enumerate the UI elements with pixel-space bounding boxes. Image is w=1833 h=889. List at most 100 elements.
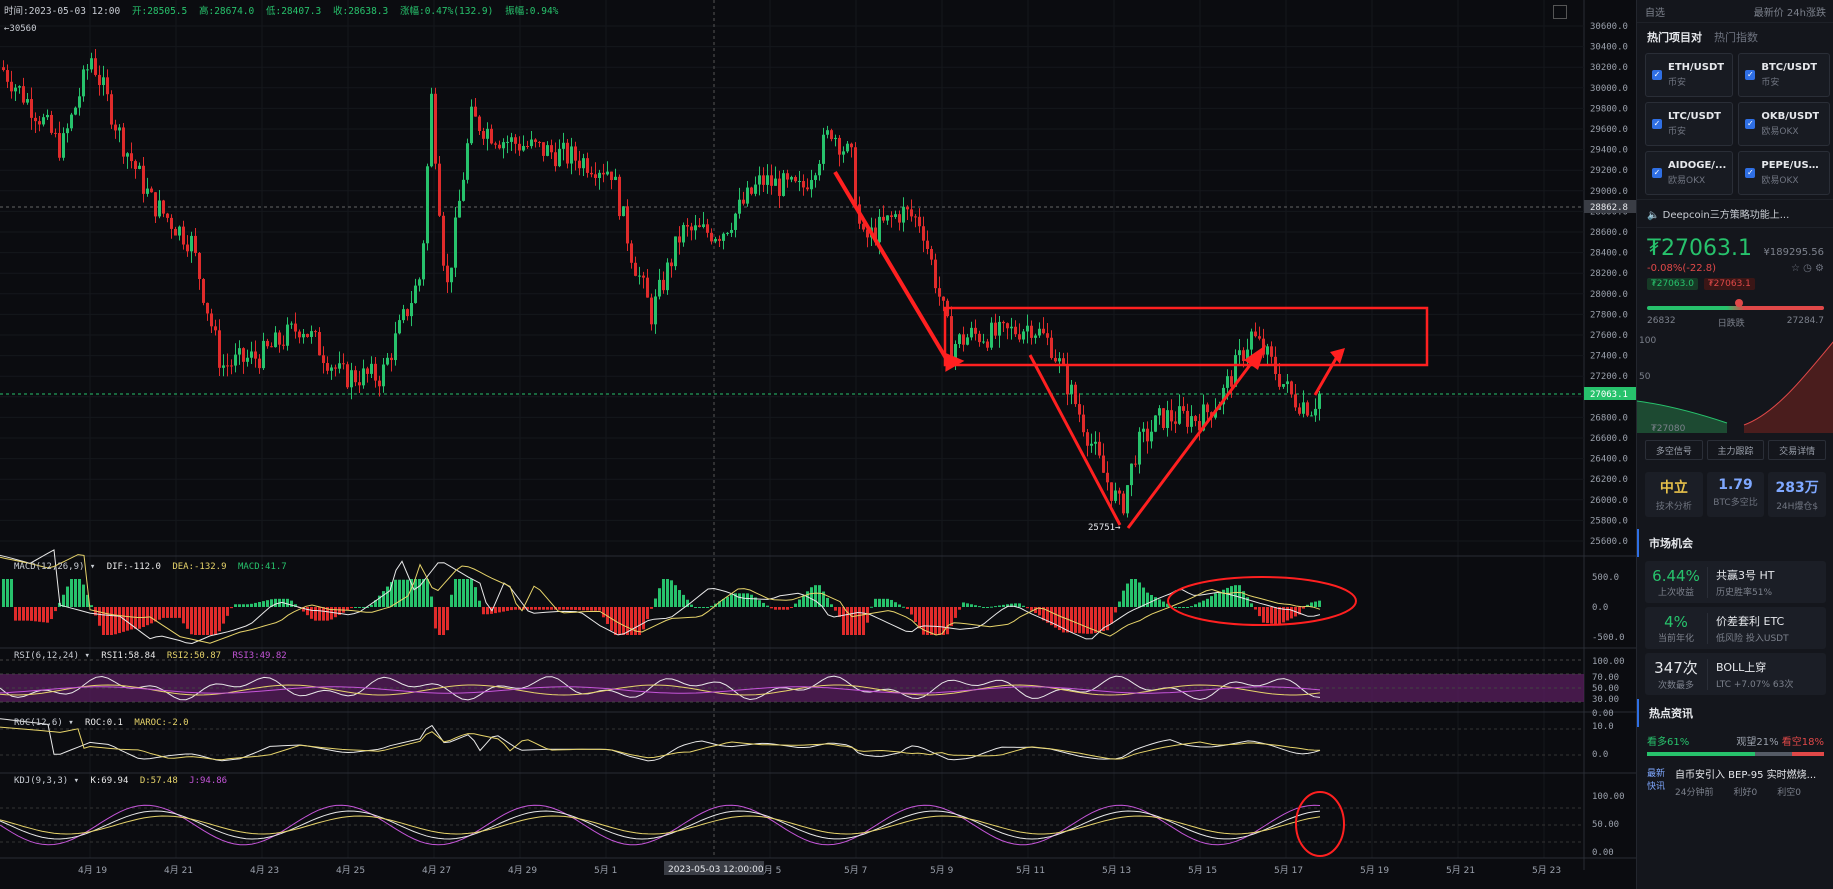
- macd-histogram-bar: [42, 607, 45, 623]
- hot-pair-card[interactable]: ✓ PEPE/USDT 欧易OKX: [1738, 151, 1831, 195]
- candle-body: [1250, 331, 1253, 350]
- macd-histogram-bar: [1266, 607, 1269, 624]
- depth-price: ₮27080: [1651, 424, 1686, 433]
- candle-body: [854, 147, 857, 205]
- checkbox-icon[interactable]: ✓: [1745, 168, 1756, 178]
- macd-histogram-bar: [1142, 587, 1145, 607]
- signal-button[interactable]: 交易详情: [1768, 440, 1827, 460]
- checkbox-icon[interactable]: ✓: [1745, 119, 1756, 129]
- candle-body: [610, 171, 613, 181]
- alert-icons[interactable]: ☆ ◷ ⚙: [1791, 263, 1824, 274]
- depth-ask-area: [1744, 342, 1833, 433]
- candle-body: [1062, 358, 1065, 364]
- opportunity-card[interactable]: 4% 当前年化 价差套利 ETC 低风险 投入USDT: [1645, 607, 1826, 649]
- macd-dropdown-icon[interactable]: ▾: [90, 562, 95, 572]
- macd-histogram-bar: [982, 607, 985, 608]
- opportunity-card[interactable]: 347次 次数最多 BOLL上穿 LTC +7.07% 63次: [1645, 653, 1826, 695]
- roc-name[interactable]: ROC(12,6): [14, 718, 63, 728]
- candle-body: [770, 175, 773, 186]
- candle-body: [70, 114, 73, 129]
- candle-body: [630, 243, 633, 263]
- high-marker-value: 30560: [9, 24, 37, 34]
- opportunity-card[interactable]: 6.44% 上次收益 共赢3号 HT 历史胜率51%: [1645, 561, 1826, 603]
- macd-histogram-bar: [334, 607, 337, 618]
- candle-body: [282, 344, 285, 346]
- macd-histogram-bar: [674, 585, 677, 607]
- macd-histogram-bar: [482, 607, 485, 615]
- indicator-axis-label: 50.00: [1592, 820, 1619, 830]
- candle-body: [1182, 406, 1185, 411]
- checkbox-icon[interactable]: ✓: [1652, 70, 1662, 80]
- date-axis-label: 4月 21: [164, 865, 193, 876]
- macd-histogram-bar: [598, 607, 601, 611]
- checkbox-icon[interactable]: ✓: [1652, 168, 1662, 178]
- kdj-dropdown-icon[interactable]: ▾: [74, 776, 79, 786]
- news-item[interactable]: 最新快讯 自币安引入 BEP-95 实时燃烧... 24分钟前 利好0 利空0: [1637, 758, 1833, 806]
- price-axis-label: 27600.0: [1590, 331, 1628, 341]
- rsi-dropdown-icon[interactable]: ▾: [84, 651, 89, 661]
- hot-pair-card[interactable]: ✓ OKB/USDT 欧易OKX: [1738, 102, 1831, 146]
- candle-body: [354, 370, 357, 383]
- price-axis-label: 29200.0: [1590, 166, 1628, 176]
- macd-histogram-bar: [1030, 607, 1033, 611]
- hot-pair-card[interactable]: ✓ AIDOGE/... 欧易OKX: [1645, 151, 1734, 195]
- tab-hot-pairs[interactable]: 热门项目对: [1647, 29, 1702, 45]
- macd-histogram-bar: [70, 579, 73, 607]
- stat-card[interactable]: 1.79 BTC多空比: [1706, 472, 1765, 517]
- roc-dropdown-icon[interactable]: ▾: [68, 718, 73, 728]
- candle-body: [42, 117, 45, 125]
- candle-body: [1034, 335, 1037, 338]
- indicator-axis-label: 0.0: [1592, 603, 1608, 613]
- hot-news-title: 热点资讯: [1637, 699, 1833, 727]
- candle-body: [434, 93, 437, 164]
- candle-body: [1090, 443, 1093, 446]
- news-good[interactable]: 利好0: [1733, 785, 1757, 798]
- watchlist-tab[interactable]: 自选: [1645, 4, 1665, 19]
- macd-histogram-bar: [642, 607, 645, 630]
- candle-body: [262, 340, 265, 369]
- candle-body: [90, 58, 93, 70]
- news-bad[interactable]: 利空0: [1777, 785, 1801, 798]
- price-axis-label: 28000.0: [1590, 290, 1628, 300]
- current-price-text: 27063.1: [1590, 390, 1628, 400]
- kdj-name[interactable]: KDJ(9,3,3): [14, 776, 68, 786]
- candle-body: [1130, 463, 1133, 486]
- macd-histogram-bar: [382, 591, 385, 607]
- candle-body: [438, 163, 441, 216]
- tab-hot-index[interactable]: 热门指数: [1714, 29, 1758, 45]
- macd-histogram-bar: [834, 607, 837, 611]
- indicator-axis-label: 10.0: [1592, 722, 1614, 732]
- hot-pair-card[interactable]: ✓ ETH/USDT 币安: [1645, 53, 1734, 97]
- signal-button[interactable]: 主力跟踪: [1706, 440, 1765, 460]
- fullscreen-icon[interactable]: [1553, 5, 1567, 19]
- news-ticker[interactable]: 🔈 Deepcoin三方策略功能上...: [1637, 199, 1833, 228]
- candle-body: [702, 224, 705, 228]
- candle-body: [74, 107, 77, 115]
- candle-body: [670, 262, 673, 267]
- hot-pair-card[interactable]: ✓ BTC/USDT 币安: [1738, 53, 1831, 97]
- checkbox-icon[interactable]: ✓: [1652, 119, 1662, 129]
- macd-histogram-bar: [790, 607, 793, 608]
- last-price-value: 27063.1: [1661, 236, 1752, 261]
- macd-histogram-bar: [22, 607, 25, 621]
- candle-body: [758, 175, 761, 185]
- checkbox-icon[interactable]: ✓: [1745, 70, 1756, 80]
- signal-button[interactable]: 多空信号: [1645, 440, 1703, 460]
- macd-histogram-bar: [358, 607, 361, 608]
- indicator-axis-label: 30.00: [1592, 695, 1619, 705]
- candle-body: [1042, 328, 1045, 334]
- macd-histogram-bar: [510, 607, 513, 611]
- news-time: 24分钟前: [1675, 788, 1714, 798]
- candle-body: [786, 173, 789, 180]
- stat-card[interactable]: 283万 24H爆仓$: [1768, 472, 1826, 517]
- candle-body: [1078, 404, 1081, 415]
- candle-body: [366, 368, 369, 374]
- rsi-name[interactable]: RSI(6,12,24): [14, 651, 79, 661]
- macd-histogram-bar: [562, 607, 565, 610]
- macd-histogram-bar: [742, 593, 745, 607]
- macd-name[interactable]: MACD(12,26,9): [14, 562, 84, 572]
- stat-card[interactable]: 中立 技术分析: [1645, 472, 1703, 517]
- hot-pair-card[interactable]: ✓ LTC/USDT 币安: [1645, 102, 1734, 146]
- macd-histogram-bar: [738, 593, 741, 607]
- kline-chart[interactable]: 30600.0 30400.0 30200.0 30000.0 29800.0 29600…: [0, 0, 1636, 889]
